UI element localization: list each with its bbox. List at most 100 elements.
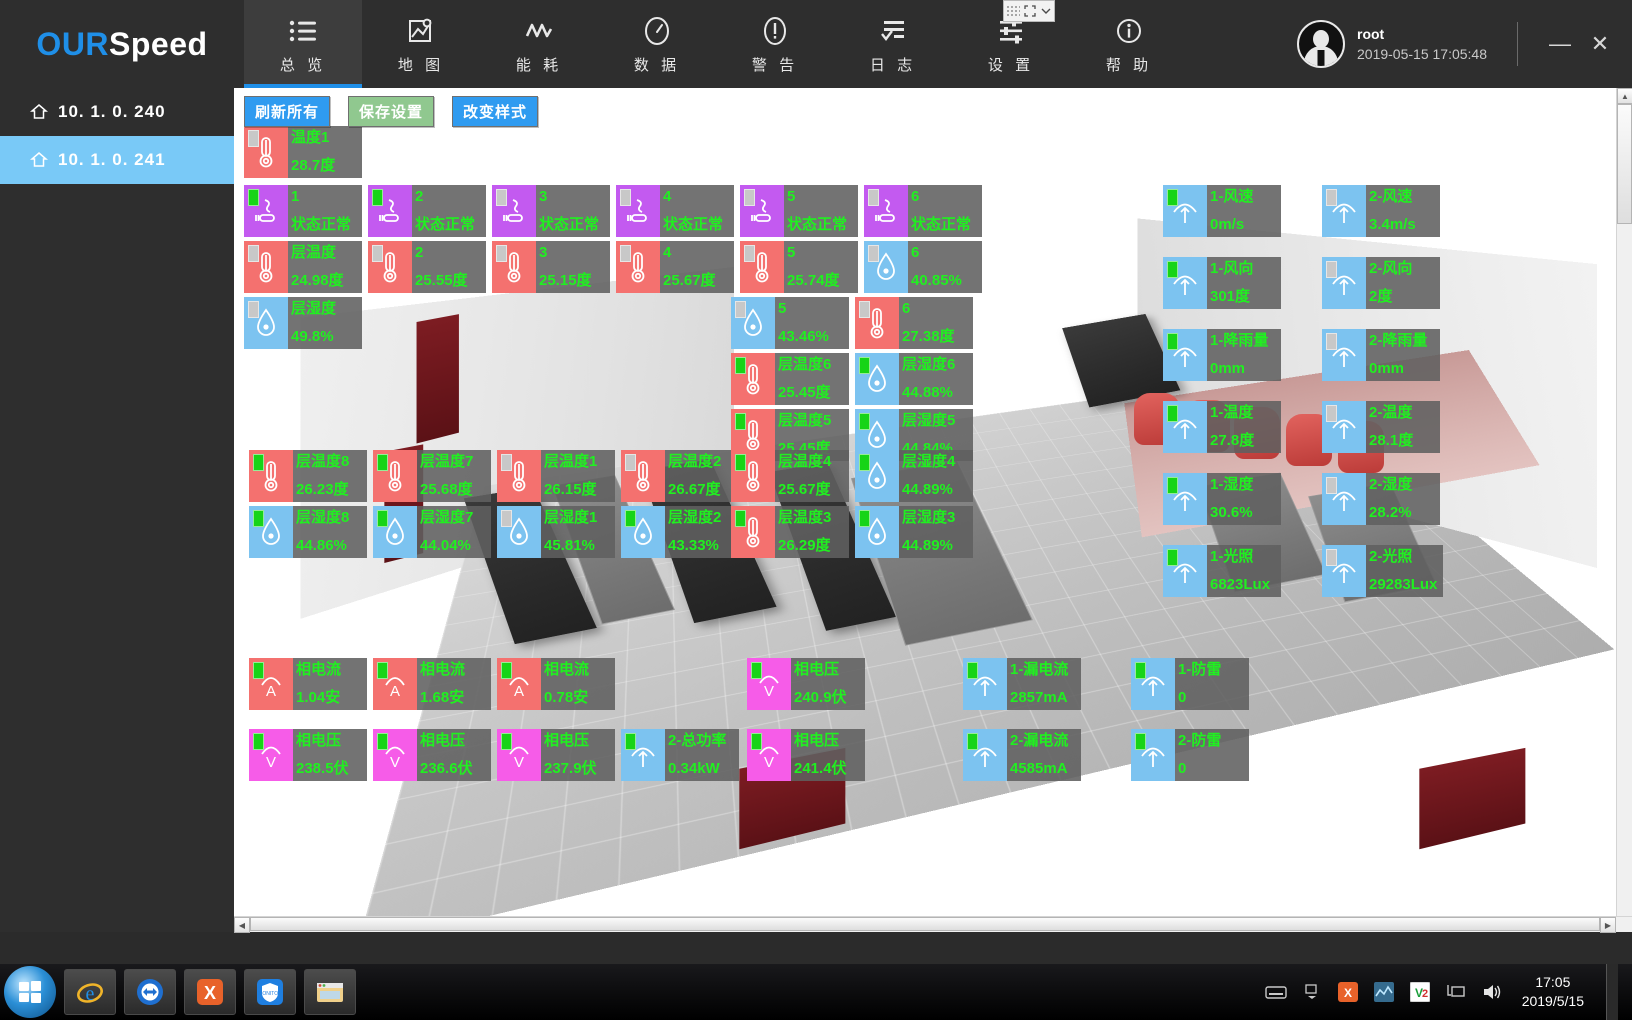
sensor-widget[interactable]: V相电压241.4伏: [747, 729, 865, 781]
sensor-widget[interactable]: A相电流1.68安: [373, 658, 491, 710]
sensor-widget[interactable]: 225.55度: [368, 241, 486, 293]
scroll-up-button[interactable]: ▲: [1617, 88, 1632, 104]
tab-alarm[interactable]: 警 告: [716, 0, 834, 88]
sensor-widget[interactable]: 5状态正常: [740, 185, 858, 237]
sidebar-item-label: 10. 1. 0. 241: [58, 150, 166, 170]
sensor-widget[interactable]: 层湿度49.8%: [244, 297, 362, 349]
sensor-widget[interactable]: V相电压237.9伏: [497, 729, 615, 781]
sensor-widget[interactable]: 2状态正常: [368, 185, 486, 237]
sensor-widget[interactable]: 2-光照29283Lux: [1322, 545, 1443, 597]
sensor-widget[interactable]: 层湿度644.88%: [855, 353, 973, 405]
tab-help[interactable]: 帮 助: [1070, 0, 1188, 88]
sensor-widget[interactable]: 425.67度: [616, 241, 734, 293]
minimize-button[interactable]: —: [1540, 24, 1580, 64]
sensor-widget[interactable]: 层温度126.15度: [497, 450, 615, 502]
sensor-widget[interactable]: 1-漏电流2857mA: [963, 658, 1081, 710]
sidebar-item-host-241[interactable]: 10. 1. 0. 241: [0, 136, 234, 184]
sensor-widget[interactable]: V相电压238.5伏: [249, 729, 367, 781]
svg-text:V: V: [764, 683, 774, 699]
sensor-widget[interactable]: 543.46%: [731, 297, 849, 349]
sensor-widget[interactable]: 层温度725.68度: [373, 450, 491, 502]
sensor-widget[interactable]: 层温度326.29度: [731, 506, 849, 558]
scroll-right-button[interactable]: ▶: [1600, 917, 1616, 933]
float-control[interactable]: [1003, 0, 1055, 22]
sensor-widget[interactable]: 4状态正常: [616, 185, 734, 237]
sensor-widget[interactable]: 层湿度243.33%: [621, 506, 739, 558]
xampp-tray-icon[interactable]: X: [1336, 980, 1360, 1004]
tab-energy[interactable]: 能 耗: [480, 0, 598, 88]
sensor-widget[interactable]: 1-光照6823Lux: [1163, 545, 1281, 597]
change-style-button[interactable]: 改变样式: [452, 96, 538, 127]
avatar[interactable]: [1297, 20, 1345, 68]
sensor-widget[interactable]: V相电压236.6伏: [373, 729, 491, 781]
taskbar-item-file-explorer[interactable]: [304, 969, 356, 1015]
save-settings-button[interactable]: 保存设置: [348, 96, 434, 127]
sensor-widget[interactable]: 525.74度: [740, 241, 858, 293]
volume-icon[interactable]: [1480, 980, 1504, 1004]
chevron-down-icon[interactable]: [1040, 5, 1052, 17]
sensor-widget[interactable]: 层温度425.67度: [731, 450, 849, 502]
sensor-widget[interactable]: 1-防雷0: [1131, 658, 1249, 710]
sensor-widget[interactable]: 640.85%: [864, 241, 982, 293]
show-desktop-button[interactable]: [1606, 964, 1618, 1020]
vertical-scrollbar[interactable]: ▲ ▼: [1616, 88, 1632, 932]
tab-overview[interactable]: 总 览: [244, 0, 362, 88]
sensor-widget[interactable]: A相电流1.04安: [249, 658, 367, 710]
sensor-widget[interactable]: 层温度226.67度: [621, 450, 739, 502]
sensor-widget[interactable]: 2-漏电流4585mA: [963, 729, 1081, 781]
sensor-widget[interactable]: 层湿度844.86%: [249, 506, 367, 558]
sensor-widget[interactable]: 层湿度444.89%: [855, 450, 973, 502]
tab-map[interactable]: 地 图: [362, 0, 480, 88]
vertical-scroll-thumb[interactable]: [1617, 104, 1632, 224]
sensor-widget[interactable]: 层湿度744.04%: [373, 506, 491, 558]
sensor-widget[interactable]: 6状态正常: [864, 185, 982, 237]
sensor-widget[interactable]: 2-降雨量0mm: [1322, 329, 1440, 381]
horizontal-scroll-thumb[interactable]: [250, 917, 1600, 931]
sensor-widget[interactable]: 2-风向2度: [1322, 257, 1440, 309]
tab-log[interactable]: 日 志: [834, 0, 952, 88]
sensor-widget[interactable]: 层湿度344.89%: [855, 506, 973, 558]
sensor-widget[interactable]: 2-总功率0.34kW: [621, 729, 739, 781]
taskbar-item-xampp[interactable]: X: [184, 969, 236, 1015]
horizontal-scrollbar[interactable]: ◀ ▶: [234, 916, 1632, 932]
sensor-widget[interactable]: 温度128.7度: [244, 126, 362, 178]
sensor-widget[interactable]: 325.15度: [492, 241, 610, 293]
sensor-widget[interactable]: A相电流0.78安: [497, 658, 615, 710]
close-button[interactable]: ✕: [1580, 24, 1620, 64]
sensor-widget[interactable]: 1-温度27.8度: [1163, 401, 1281, 453]
monitor-tray-icon[interactable]: [1372, 980, 1396, 1004]
sensor-widget[interactable]: 1-湿度30.6%: [1163, 473, 1281, 525]
tab-data[interactable]: 数 据: [598, 0, 716, 88]
taskbar-clock[interactable]: 17:05 2019/5/15: [1522, 973, 1584, 1011]
sensor-widget[interactable]: 1-降雨量0mm: [1163, 329, 1281, 381]
sensor-widget[interactable]: 627.38度: [855, 297, 973, 349]
sensor-widget[interactable]: 层湿度145.81%: [497, 506, 615, 558]
network-icon[interactable]: [1444, 980, 1468, 1004]
taskbar-item-internet-explorer[interactable]: e: [64, 969, 116, 1015]
expand-icon[interactable]: [1024, 5, 1036, 17]
sensor-widget[interactable]: 2-湿度28.2%: [1322, 473, 1440, 525]
sensor-widget[interactable]: 1状态正常: [244, 185, 362, 237]
sensor-widget[interactable]: 2-风速3.4m/s: [1322, 185, 1440, 237]
sensor-widget[interactable]: 层温度24.98度: [244, 241, 362, 293]
tab-label: 帮 助: [1106, 54, 1152, 75]
overflow-icon[interactable]: [1300, 980, 1324, 1004]
sidebar-item-host-240[interactable]: 10. 1. 0. 240: [0, 88, 234, 136]
taskbar-item-teamviewer[interactable]: [124, 969, 176, 1015]
start-button[interactable]: [4, 966, 56, 1018]
scroll-left-button[interactable]: ◀: [234, 917, 250, 933]
sensor-text: 2-湿度28.2%: [1366, 473, 1440, 525]
sensor-widget[interactable]: 2-防雷0: [1131, 729, 1249, 781]
sensor-widget[interactable]: 3状态正常: [492, 185, 610, 237]
sensor-widget[interactable]: 层温度625.45度: [731, 353, 849, 405]
taskbar-item-security-shield[interactable]: MONITOR: [244, 969, 296, 1015]
v2-tray-icon[interactable]: V 2: [1408, 980, 1432, 1004]
sensor-widget[interactable]: 1-风向301度: [1163, 257, 1281, 309]
sensor-widget[interactable]: V相电压240.9伏: [747, 658, 865, 710]
sensor-widget[interactable]: 层温度826.23度: [249, 450, 367, 502]
sensor-widget[interactable]: 1-风速0m/s: [1163, 185, 1281, 237]
sensor-widget[interactable]: 2-温度28.1度: [1322, 401, 1440, 453]
keyboard-icon[interactable]: [1264, 980, 1288, 1004]
sensor-value: 26.15度: [544, 478, 609, 502]
refresh-all-button[interactable]: 刷新所有: [244, 96, 330, 127]
